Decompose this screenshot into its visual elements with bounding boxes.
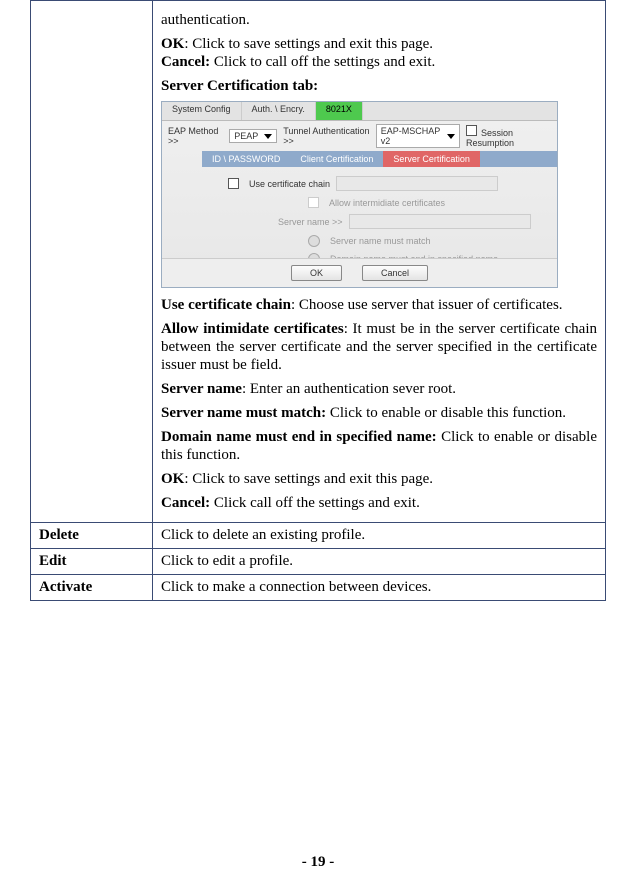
row-edit-text: Click to edit a profile. bbox=[153, 549, 606, 575]
label-ok2: OK bbox=[161, 471, 184, 487]
label-dnm: Domain name must end in specified name: bbox=[161, 429, 437, 445]
text-ok1: OK: Click to save settings and exit this… bbox=[161, 35, 597, 71]
embedded-screenshot: System Config Auth. \ Encry. 8021X EAP M… bbox=[161, 101, 558, 288]
desc-ucc: : Choose use server that issuer of certi… bbox=[291, 297, 563, 313]
radio-server-name-match[interactable] bbox=[308, 235, 320, 247]
desc-ok2: : Click to save settings and exit this p… bbox=[184, 471, 433, 487]
desc-ok1: : Click to save settings and exit this p… bbox=[184, 36, 433, 52]
desc-sn: : Enter an authentication sever root. bbox=[242, 381, 456, 397]
row-activate-text: Click to make a connection between devic… bbox=[153, 575, 606, 601]
tab-8021x[interactable]: 8021X bbox=[316, 102, 363, 120]
text-use-cert-chain: Use certificate chain: Choose use server… bbox=[161, 296, 597, 314]
label-server-name-match: Server name must match bbox=[330, 236, 431, 246]
label-snm: Server name must match: bbox=[161, 405, 326, 421]
checkbox-allow-intermediate[interactable] bbox=[308, 197, 319, 208]
text-ok2: OK: Click to save settings and exit this… bbox=[161, 470, 597, 488]
page-number: - 19 - bbox=[0, 854, 636, 871]
cancel-button[interactable]: Cancel bbox=[362, 265, 428, 281]
label-use-cert-chain: Use certificate chain bbox=[249, 179, 330, 189]
shot-subtabs: ID \ PASSWORD Client Certification Serve… bbox=[202, 151, 557, 167]
checkbox-use-cert-chain[interactable] bbox=[228, 178, 239, 189]
dropdown-eap-value: PEAP bbox=[234, 131, 258, 141]
dropdown-tunnel-value: EAP-MSCHAP v2 bbox=[381, 126, 441, 146]
subtab-client-cert[interactable]: Client Certification bbox=[290, 151, 383, 167]
shot-tabs: System Config Auth. \ Encry. 8021X bbox=[162, 102, 557, 121]
dropdown-eap-method[interactable]: PEAP bbox=[229, 129, 277, 143]
desc-cancel1: Click to call off the settings and exit. bbox=[210, 54, 435, 70]
dropdown-tunnel-auth[interactable]: EAP-MSCHAP v2 bbox=[376, 124, 460, 148]
ok-button[interactable]: OK bbox=[291, 265, 342, 281]
label-cancel2: Cancel: bbox=[161, 495, 210, 511]
subtab-id-password[interactable]: ID \ PASSWORD bbox=[202, 151, 290, 167]
label-ucc: Use certificate chain bbox=[161, 297, 291, 313]
tab-system-config[interactable]: System Config bbox=[162, 102, 242, 120]
dropdown-cert-chain[interactable] bbox=[336, 176, 498, 191]
text-server-name: Server name: Enter an authentication sev… bbox=[161, 380, 597, 398]
label-eap-method: EAP Method >> bbox=[168, 126, 223, 146]
label-server-name: Server name >> bbox=[278, 217, 343, 227]
main-description-cell: authentication. OK: Click to save settin… bbox=[153, 1, 606, 523]
label-ok1: OK bbox=[161, 36, 184, 52]
chevron-down-icon bbox=[264, 134, 272, 139]
row-delete-label: Delete bbox=[31, 523, 153, 549]
text-authentication: authentication. bbox=[161, 11, 597, 29]
label-cancel1: Cancel: bbox=[161, 54, 210, 70]
label-sn: Server name bbox=[161, 381, 242, 397]
row-delete-text: Click to delete an existing profile. bbox=[153, 523, 606, 549]
text-cancel2: Cancel: Click call off the settings and … bbox=[161, 494, 597, 512]
subtab-server-cert[interactable]: Server Certification bbox=[383, 151, 480, 167]
text-domain-name: Domain name must end in specified name: … bbox=[161, 428, 597, 464]
row-edit-label: Edit bbox=[31, 549, 153, 575]
heading-server-cert-tab: Server Certification tab: bbox=[161, 77, 597, 95]
label-tunnel-auth: Tunnel Authentication >> bbox=[283, 126, 369, 146]
doc-table: authentication. OK: Click to save settin… bbox=[30, 0, 606, 601]
desc-cancel2: Click call off the settings and exit. bbox=[210, 495, 420, 511]
checkbox-session-resumption[interactable] bbox=[466, 125, 477, 136]
label-allow-intermediate: Allow intermidiate certificates bbox=[329, 198, 445, 208]
desc-snm: Click to enable or disable this function… bbox=[326, 405, 566, 421]
label-aic: Allow intimidate certificates bbox=[161, 321, 344, 337]
tab-auth-encry[interactable]: Auth. \ Encry. bbox=[242, 102, 316, 120]
text-allow-intimidate: Allow intimidate certificates: It must b… bbox=[161, 320, 597, 374]
left-cell-blank bbox=[31, 1, 153, 523]
input-server-name[interactable] bbox=[349, 214, 531, 229]
text-server-name-match: Server name must match: Click to enable … bbox=[161, 404, 597, 422]
row-activate-label: Activate bbox=[31, 575, 153, 601]
chevron-down-icon bbox=[447, 134, 455, 139]
